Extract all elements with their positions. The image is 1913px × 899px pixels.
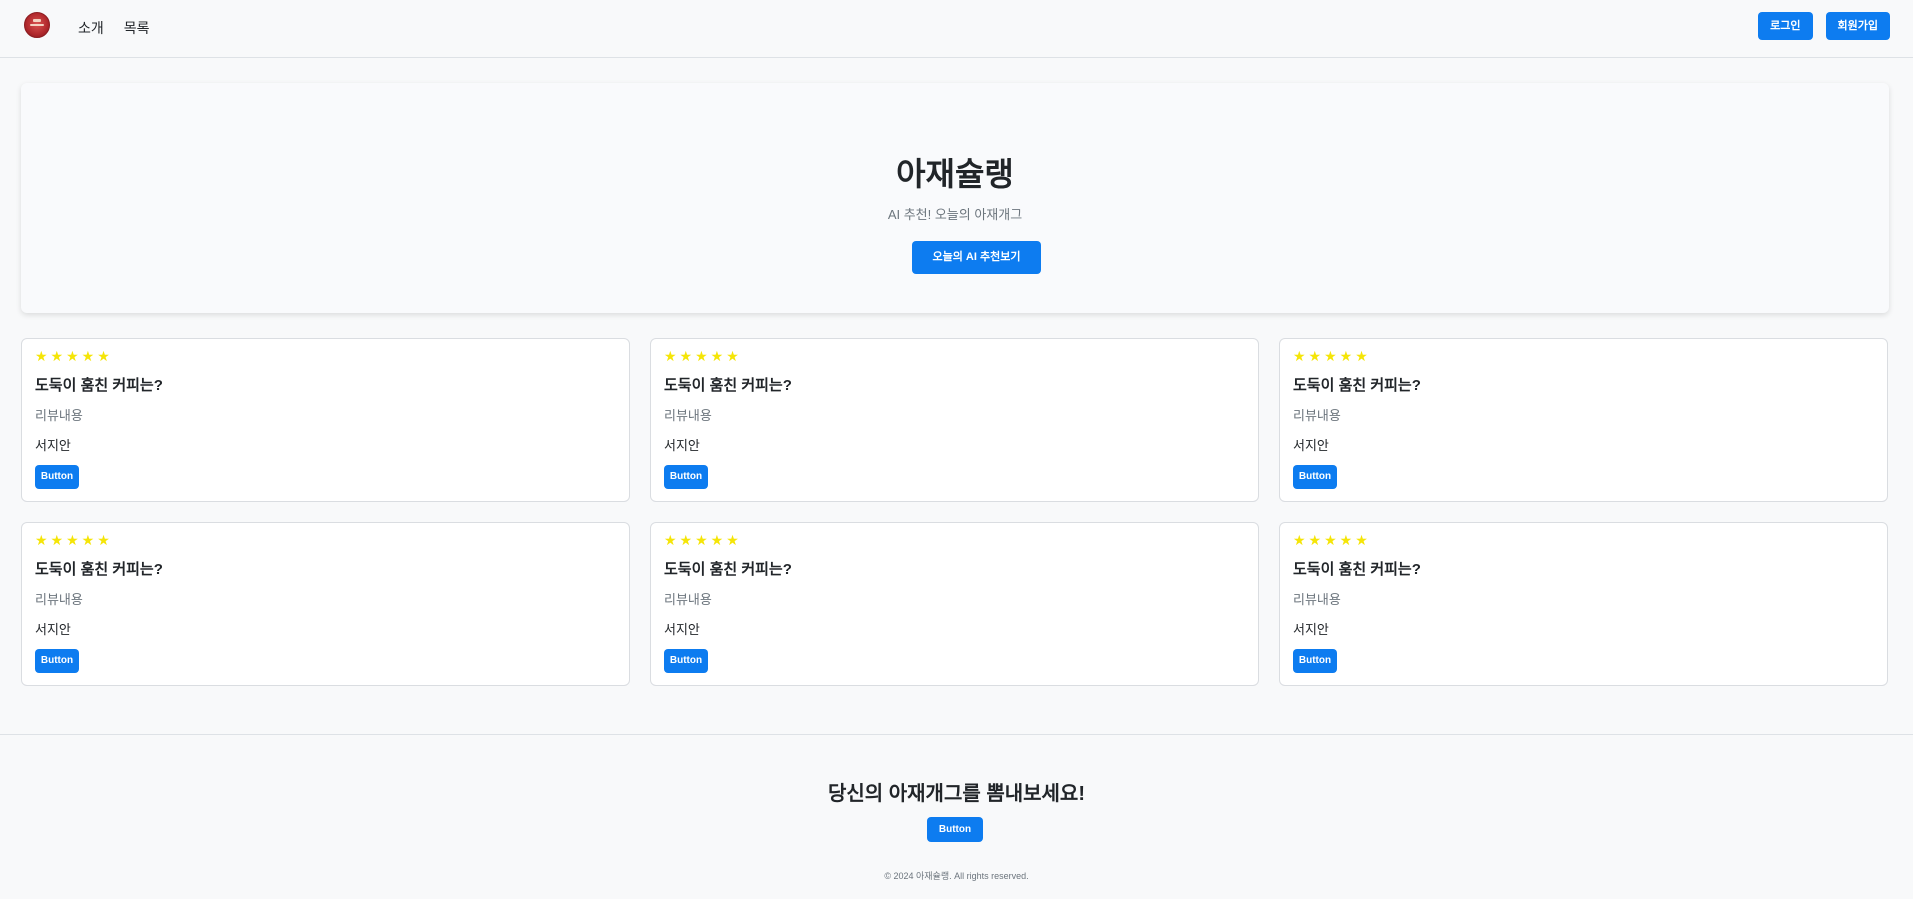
card-author: 서지안	[664, 622, 700, 637]
card-button[interactable]: Button	[1293, 649, 1337, 673]
navbar: 소개 목록 로그인 회원가입	[0, 0, 1913, 58]
hero-subtitle: AI 추천! 오늘의 아재개그	[887, 207, 1023, 222]
copyright-text: © 2024 아재슐랭. All rights reserved.	[884, 871, 1029, 881]
card-title: 도둑이 훔친 커피는?	[664, 377, 792, 394]
star-rating-icon: ★★★★★	[664, 532, 742, 548]
review-card: ★★★★★ 도둑이 훔친 커피는? 리뷰내용 서지안 Button	[650, 522, 1259, 686]
hero-title: 아재슐랭	[896, 156, 1014, 192]
card-author: 서지안	[35, 622, 71, 637]
nav-link-intro[interactable]: 소개	[78, 18, 104, 38]
login-button[interactable]: 로그인	[1758, 12, 1813, 40]
footer-title: 당신의 아재개그를 뽐내보세요!	[828, 783, 1085, 805]
card-text: 리뷰내용	[1293, 408, 1341, 423]
review-card: ★★★★★ 도둑이 훔친 커피는? 리뷰내용 서지안 Button	[21, 522, 630, 686]
card-author: 서지안	[664, 438, 700, 453]
footer: 당신의 아재개그를 뽐내보세요! Button © 2024 아재슐랭. All…	[0, 734, 1913, 899]
card-button[interactable]: Button	[664, 465, 708, 489]
card-text: 리뷰내용	[664, 592, 712, 607]
card-title: 도둑이 훔친 커피는?	[35, 561, 163, 578]
card-author: 서지안	[1293, 622, 1329, 637]
nav-links: 소개 목록	[78, 18, 150, 38]
star-rating-icon: ★★★★★	[664, 348, 742, 364]
card-button[interactable]: Button	[1293, 465, 1337, 489]
review-card: ★★★★★ 도둑이 훔친 커피는? 리뷰내용 서지안 Button	[1279, 338, 1888, 502]
card-button[interactable]: Button	[35, 649, 79, 673]
card-title: 도둑이 훔친 커피는?	[35, 377, 163, 394]
card-text: 리뷰내용	[1293, 592, 1341, 607]
card-title: 도둑이 훔친 커피는?	[664, 561, 792, 578]
card-text: 리뷰내용	[35, 592, 83, 607]
footer-button[interactable]: Button	[927, 817, 983, 842]
star-rating-icon: ★★★★★	[35, 532, 113, 548]
star-rating-icon: ★★★★★	[35, 348, 113, 364]
card-text: 리뷰내용	[664, 408, 712, 423]
card-title: 도둑이 훔친 커피는?	[1293, 561, 1421, 578]
card-text: 리뷰내용	[35, 408, 83, 423]
star-rating-icon: ★★★★★	[1293, 348, 1371, 364]
logo-icon[interactable]	[24, 12, 50, 38]
review-card: ★★★★★ 도둑이 훔친 커피는? 리뷰내용 서지안 Button	[21, 338, 630, 502]
review-card: ★★★★★ 도둑이 훔친 커피는? 리뷰내용 서지안 Button	[650, 338, 1259, 502]
card-button[interactable]: Button	[664, 649, 708, 673]
nav-link-list[interactable]: 목록	[124, 18, 150, 38]
review-card-grid: ★★★★★ 도둑이 훔친 커피는? 리뷰내용 서지안 Button ★★★★★ …	[21, 338, 1889, 686]
hero-section: 아재슐랭 AI 추천! 오늘의 아재개그 오늘의 AI 추천보기	[21, 83, 1889, 313]
review-card: ★★★★★ 도둑이 훔친 커피는? 리뷰내용 서지안 Button	[1279, 522, 1888, 686]
card-title: 도둑이 훔친 커피는?	[1293, 377, 1421, 394]
card-author: 서지안	[35, 438, 71, 453]
card-button[interactable]: Button	[35, 465, 79, 489]
card-author: 서지안	[1293, 438, 1329, 453]
ai-recommend-button[interactable]: 오늘의 AI 추천보기	[912, 241, 1041, 274]
nav-auth: 로그인 회원가입	[1758, 12, 1890, 40]
signup-button[interactable]: 회원가입	[1825, 12, 1890, 40]
star-rating-icon: ★★★★★	[1293, 532, 1371, 548]
